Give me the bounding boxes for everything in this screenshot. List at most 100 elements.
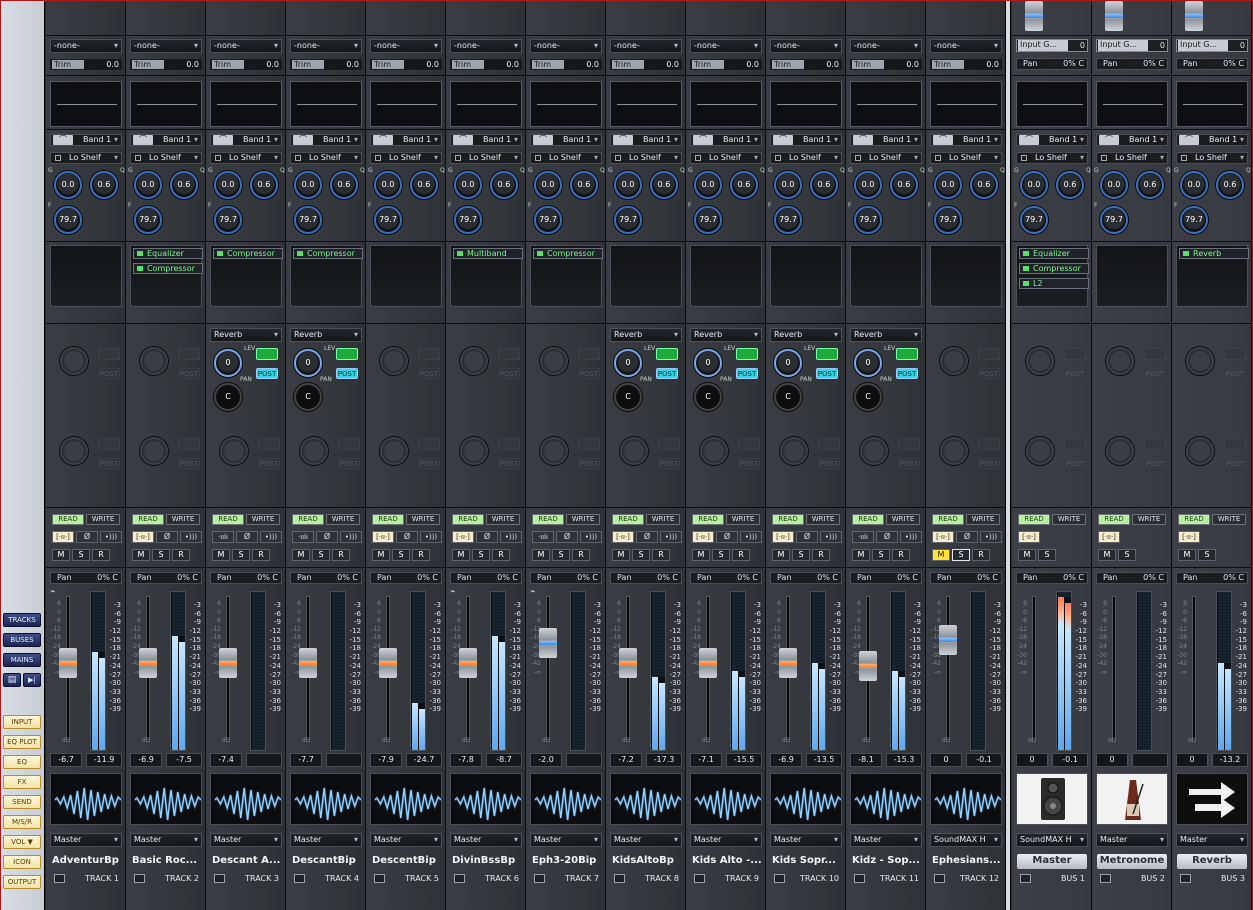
pan-control[interactable]: Pan 0% C [690,572,762,584]
band-selector[interactable]: ⌒ Band 1 ▾ [530,134,602,146]
mute-button[interactable]: M [1018,549,1036,561]
volume-fader[interactable] [59,648,77,678]
write-automation-button[interactable]: WRITE [406,514,440,525]
output-dropdown[interactable]: Master [610,833,682,847]
fx-slot-panel[interactable] [690,245,762,307]
read-automation-button[interactable]: READ [1178,514,1210,525]
volume-value[interactable]: -7.2 [610,753,642,767]
mute-button[interactable]: M [612,549,630,561]
track-name[interactable]: DescantBip [292,854,364,869]
post-button[interactable]: POST [256,368,278,379]
waveform-icon[interactable] [290,773,362,825]
volume-value[interactable]: -6.9 [130,753,162,767]
monitor-button[interactable]: •))) [100,531,122,543]
send-level-knob-2[interactable] [60,437,88,465]
band-selector[interactable]: ⌒ Band 1 ▾ [210,134,282,146]
send-level-knob[interactable] [1026,347,1054,375]
output-dropdown[interactable]: SoundMAX H [930,833,1002,847]
mute-button[interactable]: M [1098,549,1116,561]
eq-plot[interactable] [610,81,682,127]
read-automation-button[interactable]: READ [612,514,644,525]
mute-button[interactable]: M [532,549,550,561]
send-enable-button-2[interactable] [898,438,920,450]
band-selector[interactable]: ⌒ Band 1 ▾ [770,134,842,146]
eq-q-knob[interactable]: 0.6 [570,171,598,199]
filter-type-selector[interactable]: Lo Shelf ▾ [530,152,602,164]
track-name[interactable]: Kids Sopr... [772,854,844,869]
eq-gain-knob[interactable]: 0.0 [1100,171,1128,199]
send-level-knob-2[interactable] [700,437,728,465]
volume-value[interactable]: 0 [1176,753,1208,767]
waveform-icon[interactable] [930,773,1002,825]
phase-invert-button[interactable]: Ø [556,531,578,543]
input-dropdown[interactable]: -none- [530,39,602,53]
eq-gain-knob[interactable]: 0.0 [934,171,962,199]
volume-value[interactable]: 0 [1016,753,1048,767]
record-arm-button[interactable]: [·ıı·] [692,531,714,543]
read-automation-button[interactable]: READ [692,514,724,525]
send-enable-button-2[interactable] [178,438,200,450]
volume-value[interactable]: -6.9 [770,753,802,767]
eq-q-knob[interactable]: 0.6 [90,171,118,199]
band-selector[interactable]: ⌒ Band 1 ▾ [690,134,762,146]
pan-control[interactable]: Pan 0% C [1096,572,1168,584]
pan-control[interactable]: Pan 0% C [50,572,122,584]
pan-control[interactable]: Pan 0% C [610,572,682,584]
read-automation-button[interactable]: READ [52,514,84,525]
band-selector[interactable]: ⌒ Band 1 ▾ [290,134,362,146]
monitor-button[interactable]: •))) [180,531,202,543]
sidebar-view-1-button[interactable]: EQ PLOT [3,735,41,749]
eq-gain-knob[interactable]: 0.0 [614,171,642,199]
send-level-knob[interactable] [940,347,968,375]
fx-slot-panel[interactable]: Equalizer Compressor [130,245,203,307]
track-name[interactable]: Descant A... [212,854,284,869]
post-button[interactable]: POST [656,368,678,379]
volume-fader[interactable] [939,625,957,655]
post-button[interactable]: POST [178,368,200,379]
output-dropdown[interactable]: Master [850,833,922,847]
fx-item[interactable]: Compressor [1019,263,1089,274]
sidebar-view-3-button[interactable]: FX [3,775,41,789]
phase-invert-button[interactable]: Ø [76,531,98,543]
write-automation-button[interactable]: WRITE [726,514,760,525]
eq-plot[interactable] [370,81,442,127]
fx-slot-panel[interactable]: Compressor [530,245,603,307]
monitor-button[interactable]: •))) [500,531,522,543]
send-enable-button[interactable] [978,348,1000,360]
input-dropdown[interactable]: -none- [930,39,1002,53]
filter-type-selector[interactable]: Lo Shelf ▾ [450,152,522,164]
eq-q-knob[interactable]: 0.6 [490,171,518,199]
record-button[interactable]: R [172,549,190,561]
eq-freq-knob[interactable]: 79.7 [134,206,162,234]
sidebar-view-2-button[interactable]: EQ [3,755,41,769]
post-button-2[interactable]: POST [898,458,920,469]
eq-freq-knob[interactable]: 79.7 [454,206,482,234]
volume-value[interactable]: 0 [930,753,962,767]
record-arm-button[interactable]: ·ıılı [292,531,314,543]
solo-button[interactable]: S [72,549,90,561]
send-enable-button[interactable] [1224,348,1246,360]
track-name[interactable]: Reverb [1177,854,1247,869]
volume-fader[interactable] [779,648,797,678]
post-button-2[interactable]: POST [578,458,600,469]
trim-control[interactable]: Trim 0.0 [930,59,1002,70]
output-dropdown[interactable]: Master [1096,833,1168,847]
monitor-button[interactable]: •))) [660,531,682,543]
eq-freq-knob[interactable]: 79.7 [374,206,402,234]
output-dropdown[interactable]: Master [50,833,122,847]
eq-plot[interactable] [850,81,922,127]
post-button[interactable]: POST [98,368,120,379]
send-enable-button[interactable] [1224,438,1246,450]
mute-button[interactable]: M [132,549,150,561]
send-enable-button[interactable] [98,348,120,360]
phase-invert-button[interactable]: Ø [876,531,898,543]
filter-type-selector[interactable]: Lo Shelf ▾ [1176,152,1248,164]
trim-control[interactable]: Trim 0.0 [210,59,282,70]
pan-control[interactable]: Pan 0% C [370,572,442,584]
eq-q-knob[interactable]: 0.6 [250,171,278,199]
send-enable-button[interactable] [336,348,358,360]
post-button[interactable]: POST [498,368,520,379]
send-level-knob[interactable] [380,347,408,375]
input-dropdown[interactable]: -none- [210,39,282,53]
eq-freq-knob[interactable]: 79.7 [54,206,82,234]
